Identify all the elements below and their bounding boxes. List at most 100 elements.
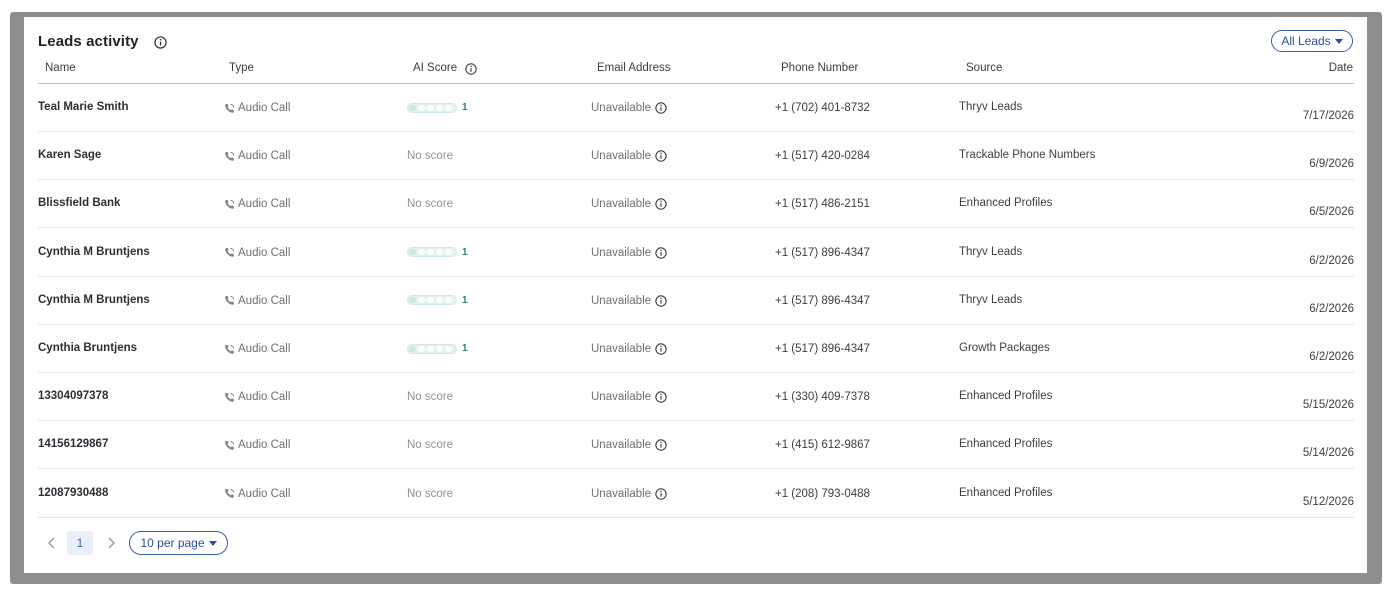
lead-date: 5/12/2026 — [1302, 495, 1354, 508]
lead-type-label: Audio Call — [238, 294, 291, 307]
phone-call-icon — [225, 199, 235, 209]
lead-date: 5/14/2026 — [1302, 447, 1354, 460]
lead-source: Enhanced Profiles — [959, 438, 1053, 451]
lead-email-value: Unavailable — [591, 439, 652, 452]
column-header-phone[interactable]: Phone Number — [781, 62, 858, 74]
ai-score-empty: No score — [407, 439, 454, 452]
lead-date: 6/2/2026 — [1309, 302, 1354, 315]
lead-date: 7/17/2026 — [1302, 110, 1354, 122]
info-circle-icon[interactable] — [655, 391, 667, 403]
lead-email-value: Unavailable — [591, 343, 652, 355]
lead-type: Audio Call — [224, 150, 290, 162]
lead-type-label: Audio Call — [238, 439, 291, 452]
lead-date: 6/5/2026 — [1309, 206, 1354, 219]
column-header-type[interactable]: Type — [229, 62, 254, 74]
lead-email: Unavailable — [591, 488, 667, 500]
lead-type: Audio Call — [224, 198, 290, 210]
lead-type-label: Audio Call — [238, 150, 291, 163]
ai-score-value: 1 — [462, 246, 468, 258]
leads-activity-panel: Leads activity All Leads Name Type AI Sc… — [24, 17, 1367, 573]
table-row[interactable]: Cynthia M Bruntjens Audio Call 1 Unavailabl… — [38, 229, 1354, 277]
caret-down-icon — [208, 540, 217, 546]
column-header-date[interactable]: Date — [1329, 62, 1353, 74]
column-header-email[interactable]: Email Address — [597, 62, 671, 74]
page-1-button[interactable]: 1 — [67, 531, 93, 555]
phone-call-icon — [225, 344, 235, 354]
phone-call-icon — [225, 248, 235, 257]
info-icon[interactable] — [154, 36, 167, 49]
info-circle-icon[interactable] — [655, 198, 667, 211]
lead-name[interactable]: Blissfield Bank — [38, 197, 120, 209]
table-row[interactable]: 12087930488 Audio Call No score Unavailable… — [38, 470, 1354, 518]
chevron-left-icon[interactable] — [45, 535, 59, 551]
lead-phone: +1 (415) 612-9867 — [775, 439, 870, 452]
column-header-name[interactable]: Name — [45, 62, 76, 74]
per-page-dropdown[interactable]: 10 per page — [129, 531, 228, 555]
lead-email-value: Unavailable — [591, 150, 652, 163]
lead-email: Unavailable — [591, 247, 667, 259]
lead-name[interactable]: Cynthia M Bruntjens — [38, 246, 150, 258]
lead-email: Unavailable — [591, 295, 667, 307]
lead-name[interactable]: Cynthia Bruntjens — [38, 342, 137, 354]
lead-source: Thryv Leads — [959, 101, 1023, 113]
lead-phone: +1 (517) 486-2151 — [775, 198, 870, 211]
lead-email: Unavailable — [591, 391, 667, 403]
lead-email-value: Unavailable — [591, 294, 652, 307]
table-row[interactable]: Teal Marie Smith Audio Call 1 Unavailable +1… — [38, 84, 1354, 132]
column-header-source[interactable]: Source — [966, 62, 1002, 74]
ai-score-info-icon[interactable] — [465, 63, 477, 75]
lead-name[interactable]: 13304097378 — [38, 390, 108, 402]
lead-source: Enhanced Profiles — [959, 197, 1053, 210]
ai-score: 1 — [407, 343, 468, 354]
lead-name[interactable]: Teal Marie Smith — [38, 101, 129, 113]
info-circle-icon[interactable] — [655, 439, 667, 452]
lead-type: Audio Call — [224, 295, 290, 307]
phone-call-icon — [225, 103, 235, 113]
table-row[interactable]: 14156129867 Audio Call No score Unavailable… — [38, 421, 1354, 470]
lead-email-value: Unavailable — [591, 391, 652, 404]
ai-score: 1 — [407, 102, 468, 113]
lead-type: Audio Call — [224, 488, 290, 500]
lead-phone: +1 (517) 896-4347 — [775, 294, 870, 307]
info-circle-icon[interactable] — [655, 295, 667, 307]
ai-score: 1 — [407, 295, 468, 306]
lead-name[interactable]: Karen Sage — [38, 149, 101, 161]
info-circle-icon[interactable] — [655, 343, 667, 355]
lead-type: Audio Call — [224, 247, 290, 259]
phone-call-icon — [225, 392, 235, 402]
info-circle-icon[interactable] — [655, 102, 667, 114]
lead-name[interactable]: 14156129867 — [38, 438, 108, 450]
ai-score-meter — [407, 295, 457, 306]
lead-date: 6/2/2026 — [1309, 351, 1354, 363]
info-circle-icon[interactable] — [655, 246, 667, 259]
lead-source: Thryv Leads — [959, 293, 1023, 306]
info-circle-icon[interactable] — [655, 150, 667, 162]
lead-type-label: Audio Call — [238, 246, 291, 259]
lead-name[interactable]: Cynthia M Bruntjens — [38, 294, 150, 306]
table-row[interactable]: Karen Sage Audio Call No score Unavailable +… — [38, 132, 1354, 181]
caret-down-icon — [1334, 38, 1343, 44]
ai-score-meter — [407, 102, 457, 113]
table-row[interactable]: Blissfield Bank Audio Call No score Unavail… — [38, 180, 1354, 229]
lead-source: Growth Packages — [959, 342, 1050, 354]
lead-email: Unavailable — [591, 439, 667, 451]
table-row[interactable]: Cynthia M Bruntjens Audio Call 1 Unavailabl… — [38, 277, 1354, 325]
lead-type: Audio Call — [224, 102, 290, 114]
lead-email: Unavailable — [591, 343, 667, 355]
lead-type-label: Audio Call — [238, 391, 291, 404]
column-header-ai-score[interactable]: AI Score — [413, 62, 457, 74]
phone-call-icon — [225, 296, 235, 306]
row-divider — [38, 516, 1354, 518]
lead-email-value: Unavailable — [591, 487, 652, 500]
panel-title: Leads activity — [38, 33, 139, 50]
table-row[interactable]: 13304097378 Audio Call No score Unavailable… — [38, 373, 1354, 422]
lead-type: Audio Call — [224, 391, 290, 403]
ai-score-value: 1 — [462, 102, 468, 113]
ai-score-meter — [407, 343, 457, 354]
chevron-right-icon[interactable] — [104, 535, 118, 551]
lead-name[interactable]: 12087930488 — [38, 487, 108, 499]
lead-filter-dropdown[interactable]: All Leads — [1271, 30, 1353, 52]
table-row[interactable]: Cynthia Bruntjens Audio Call 1 Unavailable +… — [38, 325, 1354, 373]
lead-type-label: Audio Call — [238, 102, 291, 114]
info-circle-icon[interactable] — [655, 487, 667, 500]
